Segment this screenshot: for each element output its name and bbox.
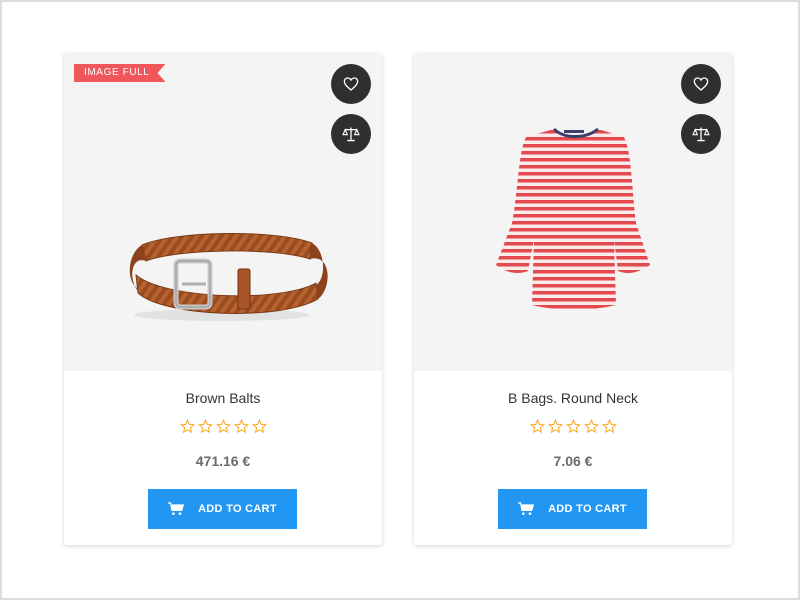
- striped-top-image: [496, 127, 650, 310]
- compare-button[interactable]: [681, 114, 721, 154]
- star-icon: [179, 419, 195, 434]
- scale-icon: [692, 127, 710, 142]
- product-image-area[interactable]: [414, 53, 732, 371]
- star-icon: [233, 419, 249, 434]
- wishlist-button[interactable]: [681, 64, 721, 104]
- belt-image: [129, 233, 328, 321]
- product-card[interactable]: B Bags. Round Neck 7.06 € ADD TO CART: [414, 53, 732, 545]
- compare-button[interactable]: [331, 114, 371, 154]
- star-icon: [601, 419, 617, 434]
- rating-stars: [414, 419, 732, 434]
- cart-icon: [168, 502, 185, 515]
- star-icon: [197, 419, 213, 434]
- product-title[interactable]: Brown Balts: [64, 390, 382, 406]
- scale-icon: [342, 127, 360, 142]
- heart-icon: [693, 77, 709, 91]
- star-icon: [529, 419, 545, 434]
- product-price: 471.16 €: [195, 453, 251, 469]
- star-icon: [215, 419, 231, 434]
- product-title[interactable]: B Bags. Round Neck: [414, 390, 732, 406]
- star-icon: [583, 419, 599, 434]
- star-icon: [547, 419, 563, 434]
- cart-icon: [518, 502, 535, 515]
- add-to-cart-label: ADD TO CART: [198, 503, 277, 515]
- add-to-cart-button[interactable]: ADD TO CART: [498, 489, 647, 529]
- star-icon: [565, 419, 581, 434]
- wishlist-button[interactable]: [331, 64, 371, 104]
- add-to-cart-button[interactable]: ADD TO CART: [148, 489, 297, 529]
- product-image-area[interactable]: IMAGE FULL: [64, 53, 382, 371]
- product-card[interactable]: IMAGE FULL Brown Balts 471.16 € ADD TO C…: [64, 53, 382, 545]
- product-price: 7.06 €: [553, 453, 593, 469]
- heart-icon: [343, 77, 359, 91]
- image-full-badge: IMAGE FULL: [74, 64, 165, 82]
- rating-stars: [64, 419, 382, 434]
- star-icon: [251, 419, 267, 434]
- add-to-cart-label: ADD TO CART: [548, 503, 627, 515]
